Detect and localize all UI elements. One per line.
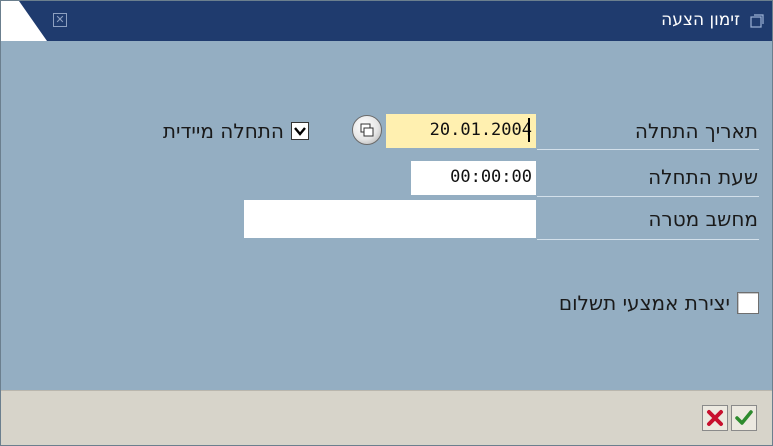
row-divider: [537, 149, 759, 150]
confirm-icon: [735, 410, 753, 425]
cancel-button[interactable]: [702, 405, 728, 431]
create-payment-means-label: יצירת אמצעי תשלום: [558, 291, 730, 315]
window-icon: [750, 14, 764, 28]
start-time-value: 00:00:00: [450, 167, 532, 187]
chevron-down-icon: [294, 127, 306, 136]
button-bar: [1, 390, 772, 445]
confirm-button[interactable]: [731, 405, 757, 431]
target-computer-label: מחשב מטרה: [648, 207, 758, 231]
cancel-icon: [707, 410, 723, 426]
row-divider: [537, 239, 759, 240]
dialog-window: ✕ זימון הצעה תאריך התחלה 20.01.2004 התחל…: [0, 0, 773, 446]
row-divider: [537, 196, 759, 197]
calendar-picker-button[interactable]: [352, 115, 382, 145]
immediate-start-checkbox[interactable]: [291, 122, 309, 140]
title-bar: ✕ זימון הצעה: [1, 1, 772, 41]
start-date-value: 20.01.2004: [429, 120, 532, 140]
start-date-field[interactable]: 20.01.2004: [386, 114, 536, 148]
start-time-field[interactable]: 00:00:00: [411, 161, 536, 195]
start-time-label: שעת התחלה: [648, 165, 758, 189]
immediate-start-label: התחלה מיידית: [162, 119, 284, 143]
text-cursor: [528, 118, 530, 142]
start-date-label: תאריך התחלה: [634, 119, 758, 143]
title-bar-background: [19, 1, 772, 41]
create-payment-means-checkbox[interactable]: [737, 292, 759, 314]
target-computer-field[interactable]: [244, 200, 536, 238]
dialog-title: זימון הצעה: [661, 10, 740, 30]
calendar-icon: [360, 123, 374, 137]
close-icon[interactable]: ✕: [53, 13, 67, 27]
